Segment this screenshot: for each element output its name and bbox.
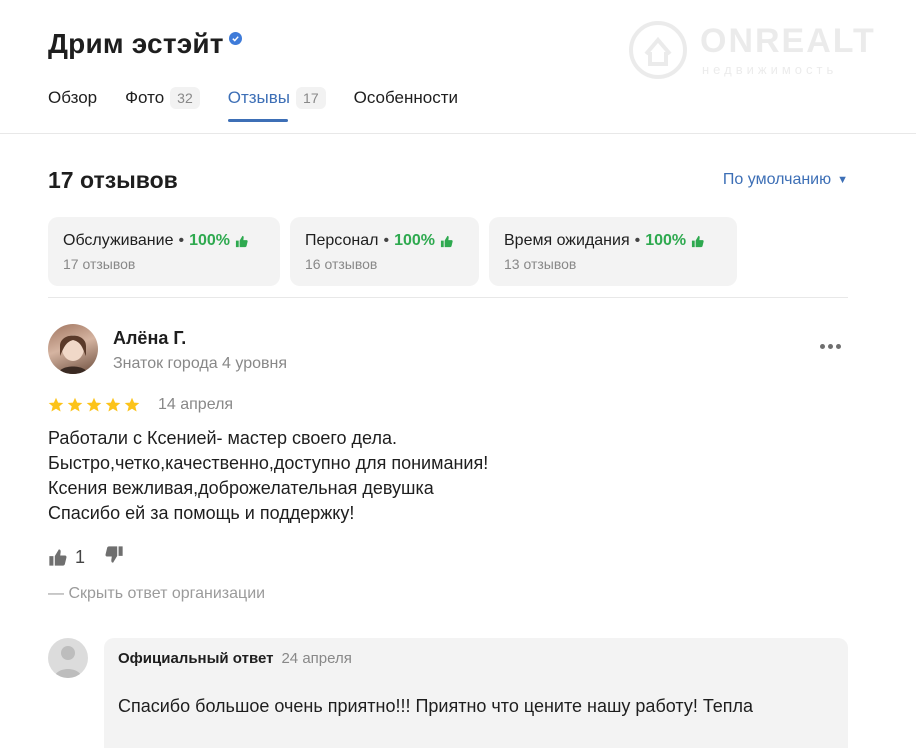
review-author[interactable]: Алёна Г.	[113, 328, 186, 349]
sort-dropdown[interactable]: По умолчанию ▼	[723, 171, 848, 189]
thumbs-up-icon	[235, 235, 248, 247]
star-icon	[86, 397, 102, 412]
tab-label: Обзор	[48, 88, 98, 107]
tab-count: 17	[296, 87, 326, 109]
sort-label: По умолчанию	[722, 171, 832, 188]
review-reactions: 1	[48, 545, 124, 569]
star-icon	[67, 397, 83, 412]
watermark-subtext: недвижимость	[702, 62, 838, 77]
reviews-divider	[48, 297, 848, 298]
watermark-house-icon	[629, 21, 687, 79]
tab-photos[interactable]: Фото 32	[125, 86, 200, 110]
thumbs-down-icon	[105, 546, 123, 563]
tab-features[interactable]: Особенности	[354, 86, 458, 110]
aspect-name: Время ожидания	[504, 232, 630, 249]
tab-reviews[interactable]: Отзывы 17	[227, 86, 326, 122]
aspect-name: Обслуживание	[63, 232, 174, 249]
aspect-review-count: 16 отзывов	[305, 256, 378, 272]
watermark: ONREALT недвижимость	[628, 18, 898, 82]
star-icon	[105, 397, 121, 412]
aspect-percent: 100%	[189, 232, 231, 249]
official-answer-label: Официальный ответ	[118, 650, 274, 667]
like-count: 1	[75, 546, 86, 567]
org-avatar	[48, 638, 88, 678]
tab-label: Фото	[125, 88, 165, 107]
aspect-review-count: 17 отзывов	[63, 256, 136, 272]
reviews-count-title: 17 отзывов	[48, 167, 178, 193]
org-title-row: Дрим эстэйт	[48, 28, 242, 60]
aspect-chip-service[interactable]: Обслуживание • 100% 17 отзывов	[48, 217, 280, 286]
user-photo-icon	[58, 335, 88, 374]
rating-stars	[48, 397, 143, 413]
aspect-percent: 100%	[394, 232, 435, 249]
active-tab-indicator	[227, 119, 288, 122]
aspect-name: Персонал	[305, 232, 379, 249]
header-divider	[0, 133, 916, 134]
review-text-line: Ксения вежливая,доброжелательная девушка	[48, 478, 434, 498]
aspect-chip-staff[interactable]: Персонал • 100% 16 отзывов	[290, 217, 479, 286]
org-name: Дрим эстэйт	[48, 28, 224, 59]
thumbs-up-icon	[49, 548, 67, 566]
review-text-line: Быстро,четко,качественно,доступно для по…	[48, 453, 489, 473]
aspect-chips: Обслуживание • 100% 17 отзывов Персонал …	[48, 217, 747, 286]
review-text-line: Спасибо ей за помощь и поддержку!	[48, 503, 355, 523]
chevron-down-icon: ▼	[837, 174, 848, 186]
tab-bar: Обзор Фото 32 Отзывы 17 Особенности	[48, 86, 486, 122]
tab-overview[interactable]: Обзор	[48, 86, 97, 110]
aspect-review-count: 13 отзывов	[504, 256, 577, 272]
star-icon	[124, 397, 140, 412]
more-options-icon[interactable]	[820, 344, 844, 349]
star-icon	[48, 397, 64, 412]
review-text-line: Работали с Ксенией- мастер своего дела.	[48, 428, 397, 448]
verified-badge-icon	[228, 32, 242, 45]
thumbs-up-icon	[692, 235, 704, 247]
review-text: Работали с Ксенией- мастер своего дела. …	[48, 426, 488, 526]
review-date: 14 апреля	[158, 396, 234, 413]
watermark-text: ONREALT	[700, 22, 876, 60]
hide-org-answer-link[interactable]: — Скрыть ответ организации	[48, 585, 265, 603]
tab-label: Отзывы	[227, 88, 291, 107]
tab-label: Особенности	[353, 88, 458, 107]
dislike-button[interactable]	[105, 545, 124, 569]
official-answer: Официальный ответ 24 апреля Спасибо боль…	[104, 638, 848, 748]
like-button[interactable]: 1	[48, 547, 85, 568]
thumbs-up-icon	[440, 235, 453, 247]
aspect-percent: 100%	[645, 232, 687, 249]
aspect-chip-wait-time[interactable]: Время ожидания • 100% 13 отзывов	[489, 217, 737, 286]
tab-count: 32	[170, 87, 200, 109]
avatar[interactable]	[48, 324, 98, 374]
org-logo-icon	[54, 646, 82, 678]
author-level: Знаток города 4 уровня	[113, 355, 288, 372]
official-answer-date: 24 апреля	[281, 650, 352, 667]
official-answer-text: Спасибо большое очень приятно!!! Приятно…	[118, 696, 754, 716]
